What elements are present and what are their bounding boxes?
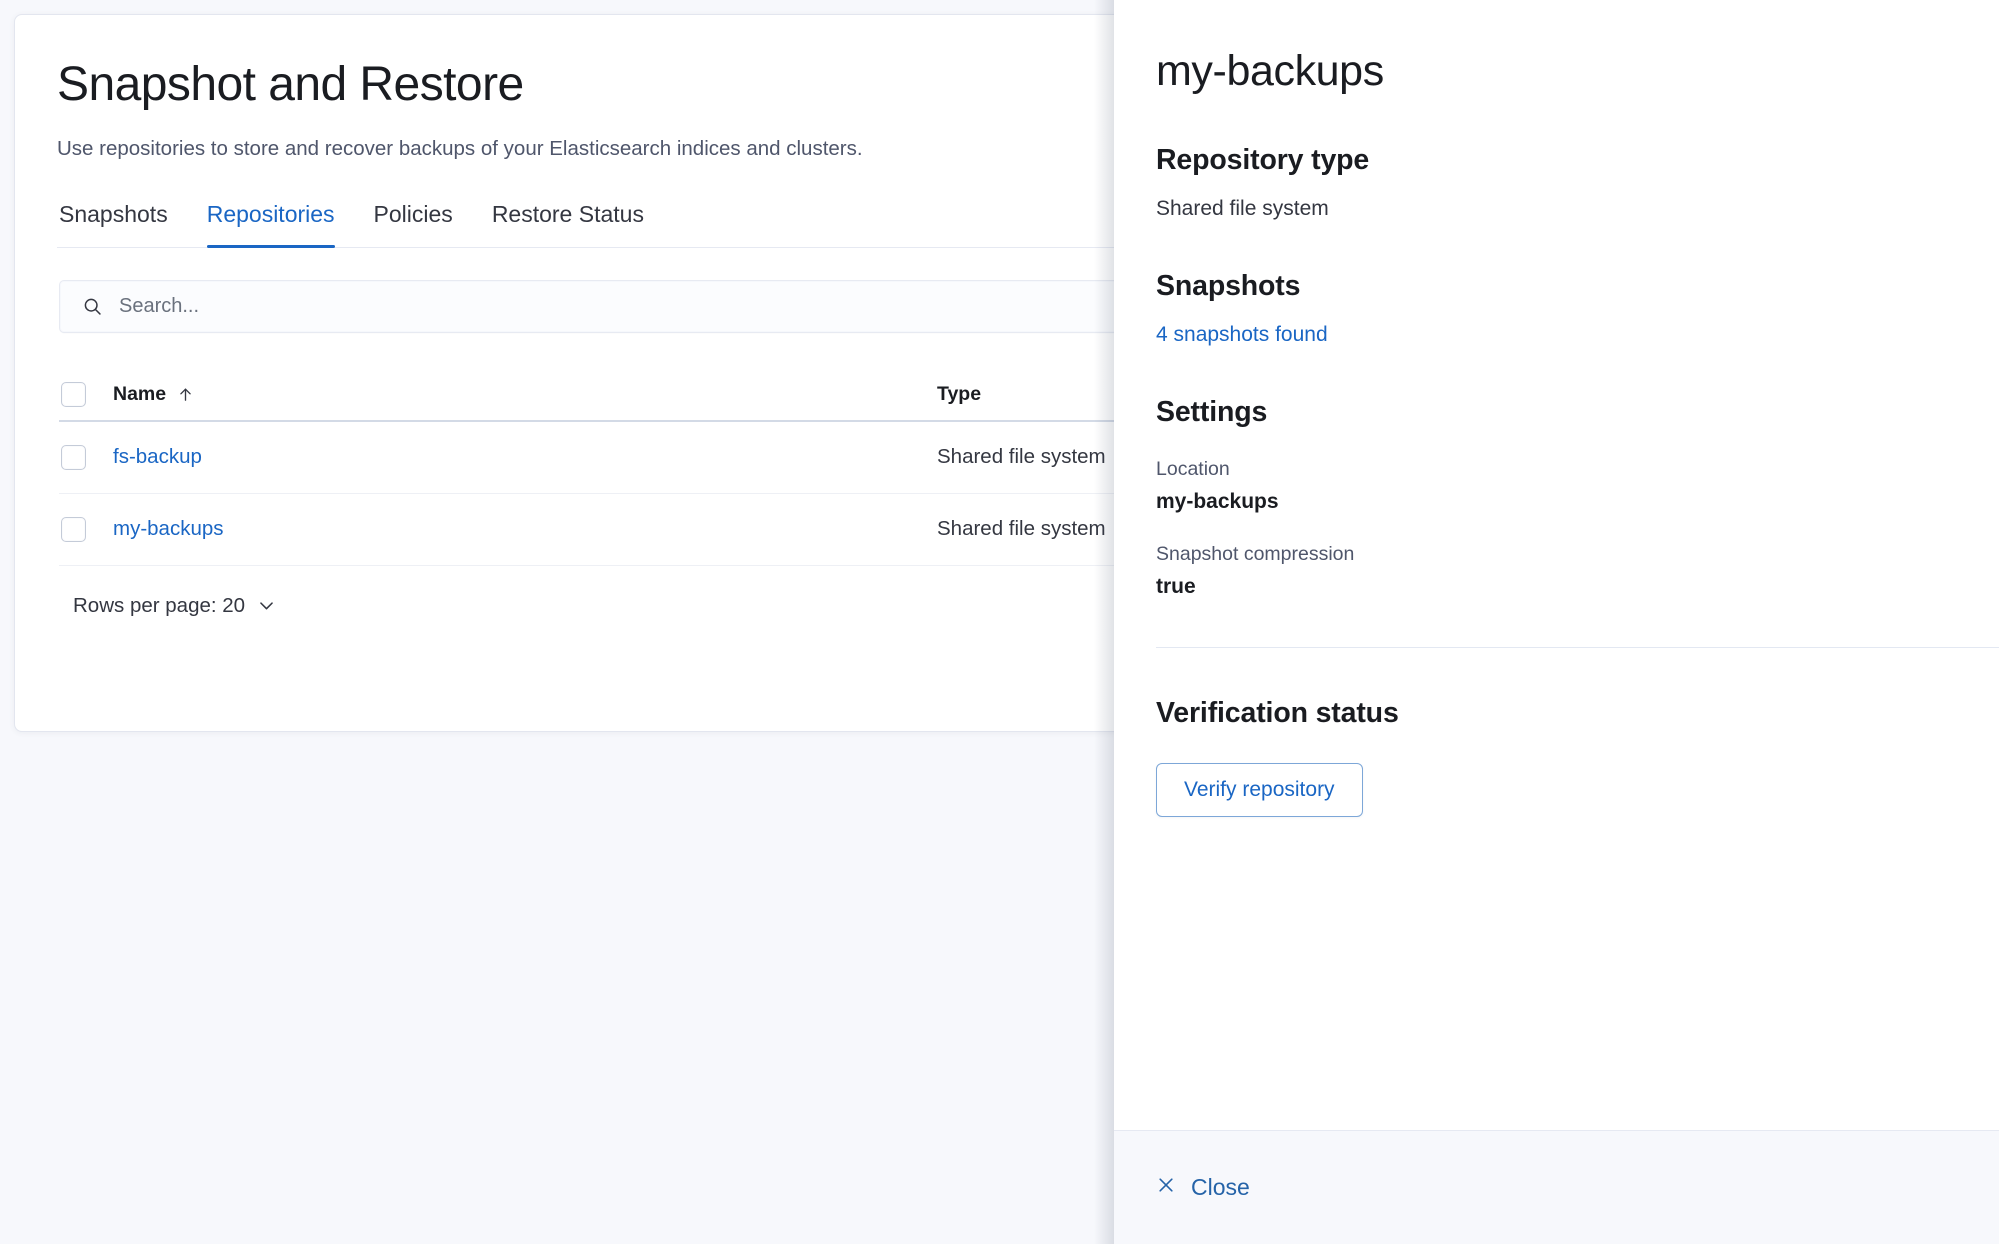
row-select-cell <box>61 517 113 542</box>
settings-heading: Settings <box>1156 396 1267 429</box>
snapshots-header: Snapshots <box>1156 270 1999 303</box>
close-button[interactable]: Close <box>1156 1174 1250 1201</box>
snapshots-found-link[interactable]: 4 snapshots found <box>1156 323 1328 347</box>
settings-header: Settings <box>1156 396 1999 429</box>
search-icon <box>82 296 103 317</box>
arrow-up-icon <box>177 386 194 403</box>
snapshots-heading: Snapshots <box>1156 270 1300 303</box>
setting-label-compression: Snapshot compression <box>1156 543 1999 566</box>
setting-value-compression: true <box>1156 575 1999 599</box>
row-type-value: Shared file system <box>937 445 1106 468</box>
select-all-checkbox[interactable] <box>61 382 86 407</box>
tab-snapshots[interactable]: Snapshots <box>59 203 168 247</box>
repository-detail-flyout: my-backups Repository type Repository do… <box>1114 0 1999 1244</box>
flyout-title: my-backups <box>1156 48 1999 95</box>
verification-status-heading: Verification status <box>1156 697 1399 730</box>
row-type-value: Shared file system <box>937 517 1106 540</box>
column-header-name[interactable]: Name <box>113 383 937 406</box>
verify-repository-button[interactable]: Verify repository <box>1156 763 1363 817</box>
section-divider <box>1156 647 1999 648</box>
tab-policies[interactable]: Policies <box>374 203 453 247</box>
row-name-cell: my-backups <box>113 517 937 541</box>
repository-type-header: Repository type Repository docs <box>1156 144 1999 177</box>
setting-label-location: Location <box>1156 458 1999 481</box>
close-x-icon <box>1156 1174 1176 1201</box>
repository-type-value: Shared file system <box>1156 197 1999 221</box>
column-header-name-label: Name <box>113 383 166 406</box>
row-checkbox[interactable] <box>61 445 86 470</box>
repository-link-my-backups[interactable]: my-backups <box>113 517 224 541</box>
verification-header: Verification status <box>1156 697 1999 730</box>
row-checkbox[interactable] <box>61 517 86 542</box>
tab-restore-status[interactable]: Restore Status <box>492 203 644 247</box>
close-button-label: Close <box>1191 1174 1250 1201</box>
chevron-down-icon <box>257 596 276 615</box>
flyout-footer: Close Remove Edit <box>1114 1130 1999 1244</box>
select-all-cell <box>61 382 113 407</box>
rows-per-page-selector[interactable]: Rows per page: 20 <box>73 594 276 618</box>
rows-per-page-label: Rows per page: 20 <box>73 594 245 618</box>
repository-link-fs-backup[interactable]: fs-backup <box>113 445 202 469</box>
setting-value-location: my-backups <box>1156 490 1999 514</box>
row-select-cell <box>61 445 113 470</box>
row-name-cell: fs-backup <box>113 445 937 469</box>
column-header-type-label: Type <box>937 383 981 405</box>
repository-type-heading: Repository type <box>1156 144 1369 177</box>
tab-repositories[interactable]: Repositories <box>207 203 335 247</box>
flyout-body: my-backups Repository type Repository do… <box>1114 0 1999 1130</box>
